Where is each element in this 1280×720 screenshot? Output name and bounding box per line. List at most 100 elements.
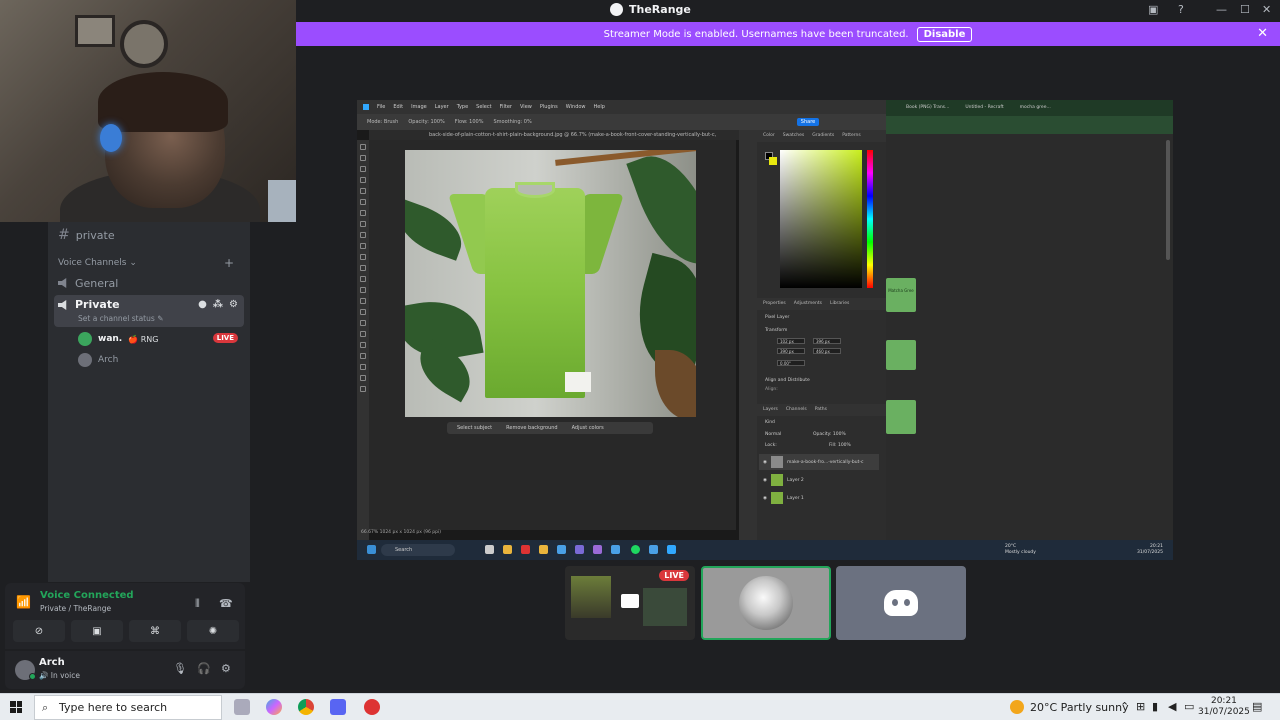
voice-member-wan[interactable]: wan. 🍎 RNG LIVE [78,332,238,346]
pencil-icon: ✎ [157,314,164,323]
voice-location[interactable]: Private / TheRange [40,604,111,613]
discord-app: TheRange ▣ ? — ☐ ✕ Streamer Mode is enab… [0,0,1280,693]
hash-icon: # [58,227,70,243]
maximize-button[interactable]: ☐ [1240,3,1250,16]
text-channel-private[interactable]: # private [58,227,115,243]
task-view-icon[interactable] [234,699,250,715]
screen-share-icon: ▣ [92,625,102,637]
invite-icon[interactable]: ⁂ [213,299,223,310]
voice-connected-status[interactable]: Voice Connected [40,590,134,601]
streamer-mode-banner: Streamer Mode is enabled. Usernames have… [296,22,1280,46]
microphone-icon[interactable]: 🎙 [173,662,187,675]
webcam-video [0,0,296,222]
screen-share-button[interactable]: ▣ [71,620,123,642]
stream-taskbar: Search 20°C Mostly cloudy 20:21 31/07/2025 [357,540,1173,560]
status-dot [29,673,36,680]
ps-right-panels: Color Swatches Gradients Patterns Proper… [757,130,886,540]
voice-channel-general[interactable]: General [54,274,244,292]
taskbar-clock[interactable]: 20:21 31/07/2025 [1198,696,1250,718]
chevron-down-icon: ⌄ [129,258,137,268]
discord-icon[interactable] [330,699,346,715]
voice-connection-panel: 📶 Voice Connected Private / TheRange ⦀ ☎… [5,583,245,649]
camera-off-icon: ⊘ [34,625,44,637]
avatar [78,353,92,367]
minimize-button[interactable]: — [1216,3,1227,16]
windows-start-icon[interactable] [10,701,22,713]
eye-icon: ◉ [763,495,767,501]
screen-share-stream[interactable]: File Edit Image Layer Type Select Filter… [357,100,1173,560]
live-badge: LIVE [659,570,689,581]
server-title: TheRange [610,3,691,16]
speaker-icon [58,278,67,288]
tshirt-artwork [405,150,696,417]
stream-tile[interactable]: LIVE [565,566,695,640]
inbox-icon[interactable]: ▣ [1148,3,1158,16]
chevron-up-icon[interactable]: ⌃ [1120,700,1129,713]
stream-browser-window: Book (PNG) Trans... Untitled - Recraft m… [886,100,1173,540]
ps-hue-slider [867,150,873,288]
channel-sidebar: # private Voice Channels ⌄ + General Pri… [48,222,250,582]
user-panel: Arch 🔊 In voice 🎙 🎧 ⚙ [5,651,245,689]
participant-tile-arch[interactable] [836,566,966,640]
ps-document-tab: back-side-of-plain-cotton-t-shirt-plain-… [369,130,739,148]
activities-button[interactable]: ⌘ [129,620,181,642]
voice-channel-private[interactable]: Private Set a channel status ✎ ● ⁂ ⚙ [54,295,244,327]
windows-icon [367,545,376,554]
ps-status-bar: 66.67% 1024 px x 1024 px (96 ppi) [361,530,441,535]
disconnect-icon[interactable]: ☎ [219,597,233,610]
chrome-icon[interactable] [298,699,314,715]
participant-tile-speaking[interactable] [701,566,831,640]
sun-icon [1010,700,1024,714]
close-button[interactable]: ✕ [1262,3,1271,16]
channel-status[interactable]: Set a channel status ✎ [78,314,163,323]
eye-icon: ◉ [763,477,767,483]
ps-toolbar [357,140,369,540]
signal-icon[interactable]: 📶 [16,595,31,609]
eye-icon: ◉ [763,459,767,465]
banner-message: Streamer Mode is enabled. Usernames have… [603,28,909,40]
gear-icon[interactable]: ⚙ [229,299,238,310]
ps-layer-item: ◉ make-a-book-fro...-vertically-but-c [759,454,879,470]
app-icon[interactable] [364,699,380,715]
language-icon[interactable]: ▭ [1184,700,1194,713]
avatar [78,332,92,346]
windows-taskbar: ⌕ Type here to search 20°C Partly sunny … [0,693,1280,720]
photoshop-menu-bar: File Edit Image Layer Type Select Filter… [357,100,886,114]
noise-suppression-icon[interactable]: ⦀ [195,597,200,611]
taskbar-search-input[interactable]: ⌕ Type here to search [34,695,222,720]
taskbar-weather[interactable]: 20°C Partly sunny [1010,700,1129,714]
discord-logo-icon [884,590,918,616]
voice-member-arch[interactable]: Arch [78,353,238,367]
volume-icon[interactable]: ◀ [1168,700,1176,713]
copilot-icon[interactable] [266,699,282,715]
close-icon[interactable]: ✕ [1257,26,1268,41]
speaker-icon [58,300,67,310]
gamepad-icon: ⌘ [150,625,160,637]
headphones-icon[interactable]: 🎧 [197,662,211,675]
battery-icon[interactable]: ▮ [1152,700,1158,713]
disable-streamer-mode-button[interactable]: Disable [916,26,973,42]
participant-tiles: LIVE [565,566,967,640]
soundboard-icon: ✺ [208,625,218,637]
ps-contextual-task-bar: Select subject Remove background Adjust … [447,422,653,434]
camera-button[interactable]: ⊘ [13,620,65,642]
server-icon [610,3,623,16]
help-icon[interactable]: ? [1178,3,1184,16]
server-list [0,222,48,582]
gear-icon[interactable]: ⚙ [221,662,231,675]
voice-channels-header[interactable]: Voice Channels ⌄ + [58,256,240,270]
add-channel-icon[interactable]: + [224,256,234,270]
screen-share-icon [621,594,639,608]
notification-icon[interactable]: ▤ [1252,700,1262,713]
ps-layer-item: ◉ Layer 1 [759,490,879,506]
ps-color-picker [780,150,862,288]
network-icon[interactable]: ⊞ [1136,700,1145,713]
live-badge: LIVE [212,333,238,343]
search-icon: ⌕ [42,701,49,714]
username[interactable]: Arch [39,657,65,668]
soundboard-button[interactable]: ✺ [187,620,239,642]
ps-layer-item: ◉ Layer 2 [759,472,879,488]
user-status: 🔊 In voice [39,671,80,680]
avatar [739,576,793,630]
chat-icon[interactable]: ● [198,299,207,310]
